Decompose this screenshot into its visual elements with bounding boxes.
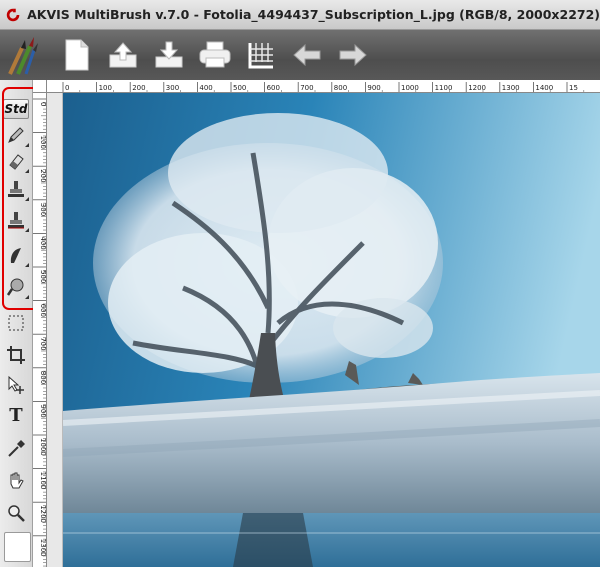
ruler-left-label: 300 bbox=[39, 203, 47, 216]
pattern-stamp-tool[interactable] bbox=[3, 207, 29, 233]
ruler-left-label: 600 bbox=[39, 304, 47, 317]
selection-tool[interactable] bbox=[3, 310, 29, 336]
ruler-left-label: 100 bbox=[39, 136, 47, 149]
ruler-left-label: 1100 bbox=[39, 472, 47, 490]
ruler-top: 0 100 200 300 400 500 600 700 800 900 1000 1100 1200… bbox=[47, 80, 600, 93]
vertical-scrollbar[interactable] bbox=[47, 93, 63, 567]
hand-tool[interactable] bbox=[3, 468, 29, 494]
std-label: Std bbox=[3, 99, 29, 119]
crop-tool[interactable] bbox=[3, 342, 29, 368]
new-document-button[interactable] bbox=[54, 34, 100, 76]
eyedropper-tool[interactable] bbox=[3, 436, 29, 462]
ruler-left-label: 700 bbox=[39, 337, 47, 350]
clone-stamp-tool[interactable] bbox=[3, 176, 29, 202]
image-canvas[interactable] bbox=[63, 93, 600, 567]
title-bar: AKVIS MultiBrush v.7.0 - Fotolia_4494437… bbox=[0, 0, 600, 30]
undo-button[interactable] bbox=[284, 34, 330, 76]
photo-frosted-tree bbox=[63, 93, 600, 567]
ruler-left-label: 1200 bbox=[39, 505, 47, 523]
move-tool[interactable] bbox=[3, 372, 29, 398]
pencil-brush-icon bbox=[8, 127, 24, 143]
eraser-tool[interactable] bbox=[3, 148, 29, 174]
standard-mode-button[interactable]: Std bbox=[3, 96, 29, 122]
open-button[interactable] bbox=[100, 34, 146, 76]
ruler-top-label: 300 bbox=[166, 84, 179, 92]
ruler-top-label: 1100 bbox=[435, 84, 453, 92]
tools-panel: Std T bbox=[0, 80, 33, 567]
pattern-stamp-icon bbox=[8, 212, 24, 229]
ruler-left-label: 500 bbox=[39, 270, 47, 283]
ruler-left-label: 200 bbox=[39, 169, 47, 182]
hand-icon bbox=[10, 472, 24, 489]
arrow-right-icon bbox=[339, 43, 367, 67]
eyedropper-icon bbox=[8, 440, 25, 457]
ruler-left-label: 400 bbox=[39, 236, 47, 249]
grid-button[interactable] bbox=[238, 34, 284, 76]
ruler-left-label: 800 bbox=[39, 371, 47, 384]
smudge-icon bbox=[10, 248, 21, 263]
ruler-left-label: 1300 bbox=[39, 539, 47, 557]
save-button[interactable] bbox=[146, 34, 192, 76]
blur-icon bbox=[6, 278, 24, 296]
crop-icon bbox=[7, 346, 25, 364]
arrow-left-icon bbox=[293, 43, 321, 67]
text-tool[interactable]: T bbox=[3, 402, 29, 428]
ruler-top-label: 600 bbox=[267, 84, 280, 92]
ruler-top-label: 500 bbox=[233, 84, 246, 92]
save-icon bbox=[155, 41, 183, 68]
ruler-left-label: 0 bbox=[39, 102, 47, 106]
ruler-left-label: 1000 bbox=[39, 438, 47, 456]
zoom-tool[interactable] bbox=[3, 500, 29, 526]
ruler-top-label: 900 bbox=[367, 84, 380, 92]
ruler-top-label: 1400 bbox=[535, 84, 553, 92]
ruler-corner bbox=[33, 80, 47, 93]
color-swatch[interactable] bbox=[4, 532, 31, 562]
ruler-top-label: 800 bbox=[334, 84, 347, 92]
zoom-icon bbox=[8, 505, 25, 522]
open-icon bbox=[109, 42, 137, 68]
ruler-top-label: 100 bbox=[99, 84, 112, 92]
text-icon: T bbox=[9, 404, 23, 426]
clone-stamp-icon bbox=[8, 181, 24, 197]
blur-tool[interactable] bbox=[3, 274, 29, 300]
ruler-top-label: 700 bbox=[300, 84, 313, 92]
redo-button[interactable] bbox=[330, 34, 376, 76]
print-button[interactable] bbox=[192, 34, 238, 76]
window-title: AKVIS MultiBrush v.7.0 - Fotolia_4494437… bbox=[27, 7, 600, 22]
ruler-top-label: 1200 bbox=[468, 84, 486, 92]
ruler-left-label: 900 bbox=[39, 404, 47, 417]
ruler-top-label: 200 bbox=[132, 84, 145, 92]
ruler-top-label: 1000 bbox=[401, 84, 419, 92]
ruler-top-label: 400 bbox=[199, 84, 212, 92]
ruler-left: 0 100 200 300 400 500 600 700 800 900 1000 1100 1200… bbox=[33, 93, 47, 567]
ruler-grid-icon bbox=[248, 43, 273, 69]
printer-icon bbox=[199, 41, 231, 68]
ruler-top-label: 15 bbox=[569, 84, 578, 92]
brush-tool[interactable] bbox=[3, 122, 29, 148]
eraser-icon bbox=[9, 154, 24, 170]
new-document-icon bbox=[65, 39, 89, 71]
selection-icon bbox=[8, 315, 24, 331]
multibrush-app-icon[interactable] bbox=[2, 33, 42, 77]
ruler-top-label: 1300 bbox=[502, 84, 520, 92]
move-icon bbox=[8, 375, 24, 394]
main-toolbar bbox=[0, 30, 600, 80]
akvis-logo-icon bbox=[6, 8, 20, 21]
smudge-tool[interactable] bbox=[3, 242, 29, 268]
ruler-top-label: 0 bbox=[65, 84, 69, 92]
